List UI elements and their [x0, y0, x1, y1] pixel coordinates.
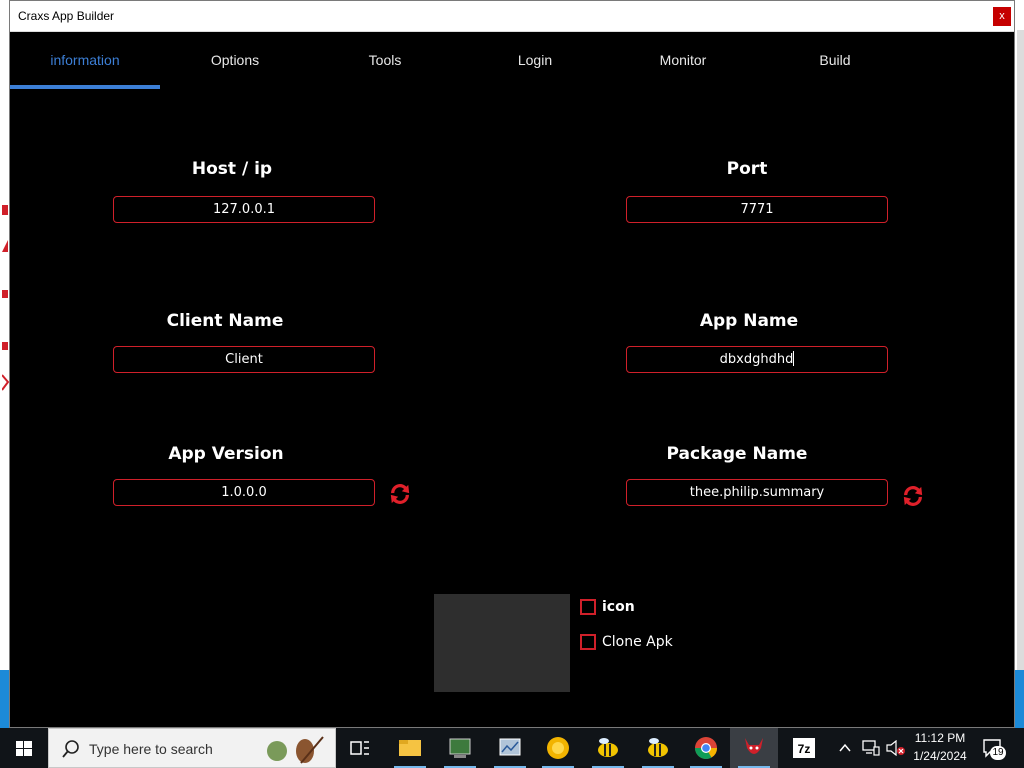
clone-apk-label: Clone Apk [602, 634, 673, 650]
bee-icon [598, 738, 618, 757]
clock-time[interactable]: 11:12 PM [908, 731, 972, 745]
search-placeholder: Type here to search [89, 741, 213, 757]
windows-logo-icon [16, 741, 32, 756]
network-icon[interactable] [862, 740, 880, 756]
background-scrollbar [1017, 30, 1024, 670]
tab-monitor[interactable]: Monitor [608, 33, 758, 89]
app-icon-preview[interactable] [434, 594, 570, 692]
package-name-input[interactable]: thee.philip.summary [626, 479, 888, 506]
taskbar-app-monitor[interactable] [436, 728, 484, 768]
clock-date[interactable]: 1/24/2024 [908, 749, 972, 763]
taskbar-app-network[interactable] [486, 728, 534, 768]
task-view-icon [350, 741, 369, 755]
7zip-icon: 7z [793, 738, 815, 758]
app-name-label: App Name [699, 311, 799, 331]
notification-count-badge: 19 [990, 746, 1006, 760]
tab-bar: information Options Tools Login Monitor … [10, 33, 1014, 89]
title-bar: Craxs App Builder x [10, 1, 1014, 32]
icon-checkbox[interactable] [580, 599, 596, 615]
taskbar-chrome[interactable] [682, 728, 730, 768]
port-input[interactable]: 7771 [626, 196, 888, 223]
app-name-input[interactable]: dbxdghdhd [626, 346, 888, 373]
taskbar-app-bee-2[interactable] [634, 728, 682, 768]
client-name-input[interactable]: Client [113, 346, 375, 373]
folder-icon [399, 740, 421, 756]
taskbar-7zip[interactable]: 7z [780, 728, 828, 768]
app-version-label: App Version [168, 444, 284, 464]
tab-build[interactable]: Build [760, 33, 910, 89]
app-window: Craxs App Builder x information Options … [9, 0, 1015, 728]
chevron-up-icon[interactable] [838, 741, 852, 755]
client-name-label: Client Name [166, 311, 284, 331]
bee-icon [648, 738, 668, 757]
yellow-circle-icon [547, 737, 569, 759]
app-version-input[interactable]: 1.0.0.0 [113, 479, 375, 506]
volume-muted-icon[interactable] [886, 740, 906, 756]
devil-icon [745, 738, 763, 754]
tab-tools[interactable]: Tools [310, 33, 460, 89]
start-button[interactable] [0, 728, 48, 768]
background-taskbar-strip [1015, 670, 1024, 728]
host-label: Host / ip [191, 159, 273, 179]
clone-apk-checkbox[interactable] [580, 634, 596, 650]
taskbar-file-explorer[interactable] [386, 728, 434, 768]
notification-center-button[interactable]: 19 [980, 736, 1006, 762]
tab-login[interactable]: Login [460, 33, 610, 89]
port-label: Port [726, 159, 768, 179]
windows-taskbar: Type here to search 7z 11:12 PM 1/24/202… [0, 728, 1024, 768]
search-icon [62, 740, 79, 758]
taskbar-app-yellow[interactable] [534, 728, 582, 768]
network-app-icon [499, 738, 521, 756]
close-button[interactable]: x [993, 7, 1011, 26]
refresh-package-icon[interactable] [902, 485, 924, 507]
search-highlight-icon [267, 736, 324, 764]
taskbar-app-bee-1[interactable] [584, 728, 632, 768]
svg-text:7z: 7z [798, 742, 811, 756]
package-name-label: Package Name [666, 444, 808, 464]
tab-options[interactable]: Options [160, 33, 310, 89]
chrome-icon [695, 737, 717, 759]
taskbar-search-box[interactable]: Type here to search [48, 728, 336, 768]
taskbar-craxs-app[interactable] [730, 728, 778, 768]
host-input[interactable]: 127.0.0.1 [113, 196, 375, 223]
refresh-version-icon[interactable] [389, 483, 411, 505]
monitor-app-icon [449, 738, 471, 758]
window-title: Craxs App Builder [18, 9, 115, 23]
text-caret [793, 351, 795, 366]
task-view-button[interactable] [336, 728, 384, 768]
icon-checkbox-label: icon [602, 599, 635, 615]
tab-information[interactable]: information [10, 33, 160, 89]
app-name-value: dbxdghdhd [719, 352, 794, 367]
desktop-background-right [1014, 0, 1024, 728]
